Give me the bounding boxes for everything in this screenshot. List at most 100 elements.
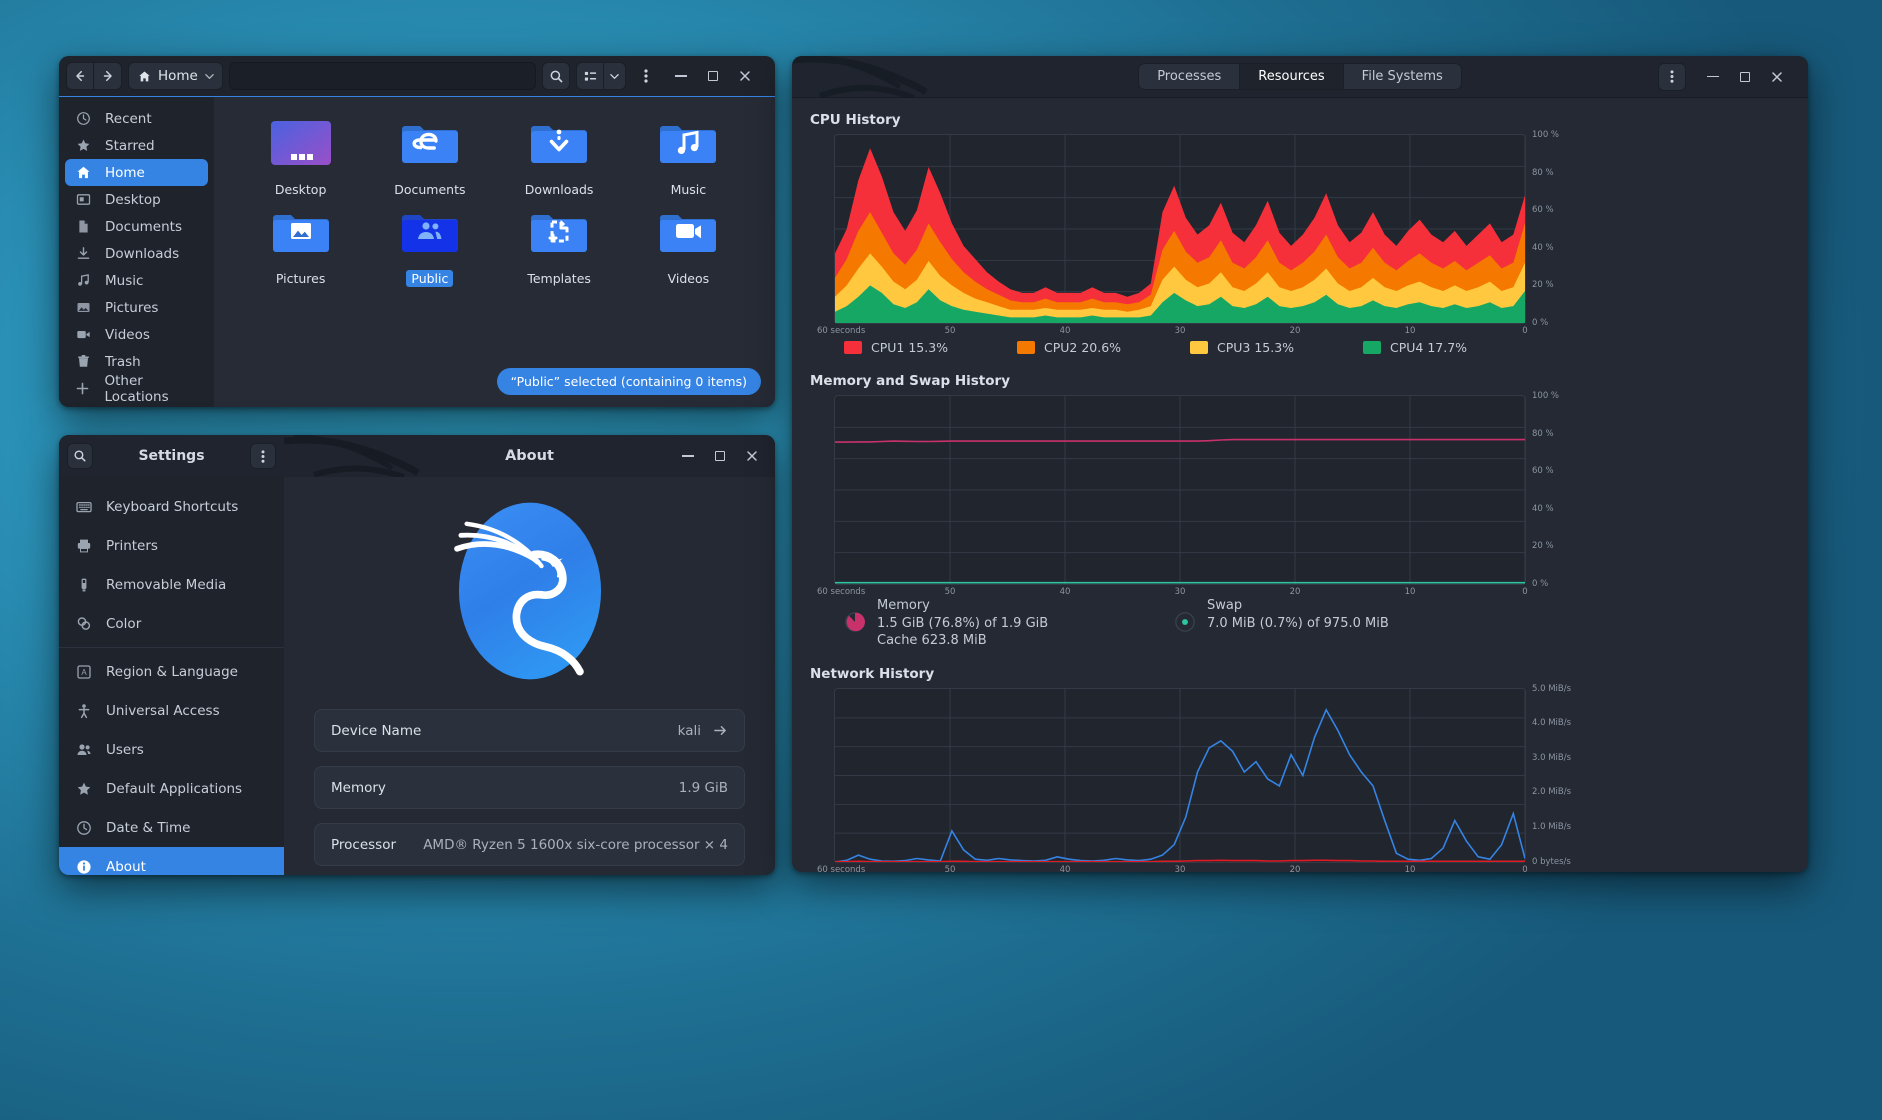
- sidebar-item-home[interactable]: Home: [65, 159, 208, 186]
- file-item[interactable]: Pictures: [236, 206, 365, 287]
- list-view-button[interactable]: [576, 62, 604, 90]
- y-axis-tick: 100 %: [1532, 391, 1560, 401]
- settings-item-keyboard-shortcuts[interactable]: Keyboard Shortcuts: [59, 487, 284, 526]
- file-item[interactable]: Public: [365, 206, 494, 287]
- downloads-folder-icon: [531, 126, 588, 163]
- templates-folder-icon: [531, 215, 588, 252]
- cpu-legend-item[interactable]: CPU1 15.3%: [844, 340, 1017, 355]
- swap-usage: 7.0 MiB (0.7%) of 975.0 MiB: [1207, 615, 1389, 631]
- cpu-legend-item[interactable]: CPU3 15.3%: [1190, 340, 1363, 355]
- file-item[interactable]: Videos: [624, 206, 753, 287]
- minimize-button[interactable]: [666, 62, 696, 90]
- about-row-label: Device Name: [331, 722, 422, 739]
- sidebar-item-other-locations[interactable]: Other Locations: [65, 373, 208, 405]
- sidebar-item-documents[interactable]: Documents: [65, 213, 208, 240]
- tab-resources[interactable]: Resources: [1240, 64, 1344, 89]
- close-button[interactable]: [730, 62, 760, 90]
- x-axis-tick: 20: [1289, 326, 1301, 336]
- maximize-button[interactable]: [705, 442, 735, 470]
- y-axis-tick: 60 %: [1532, 466, 1554, 477]
- file-item[interactable]: Downloads: [495, 117, 624, 198]
- sysmon-menu-button[interactable]: [1658, 62, 1686, 91]
- settings-item-label: Universal Access: [106, 702, 220, 719]
- settings-item-about[interactable]: About: [59, 847, 284, 875]
- printer-icon: [75, 538, 92, 554]
- search-button[interactable]: [542, 62, 570, 90]
- network-history-title: Network History: [810, 665, 935, 682]
- close-button[interactable]: [1762, 63, 1792, 91]
- settings-item-default-applications[interactable]: Default Applications: [59, 769, 284, 808]
- x-axis-tick: 50: [944, 326, 956, 336]
- color-icon: [77, 616, 90, 630]
- picture-icon: [77, 303, 89, 312]
- settings-item-region-language[interactable]: A Region & Language: [59, 652, 284, 691]
- settings-item-date-time[interactable]: Date & Time: [59, 808, 284, 847]
- settings-item-label: Printers: [106, 537, 158, 554]
- video-icon: [75, 327, 91, 342]
- view-dropdown-button[interactable]: [604, 62, 626, 90]
- main-menu-button[interactable]: [632, 62, 660, 90]
- about-row-value: kali: [677, 722, 701, 739]
- back-button[interactable]: [66, 62, 94, 90]
- y-axis-tick: 60 %: [1532, 205, 1554, 216]
- tab-processes[interactable]: Processes: [1139, 64, 1241, 89]
- sidebar-item-pictures[interactable]: Pictures: [65, 294, 208, 321]
- documents-folder-icon: [401, 126, 458, 163]
- file-item-label: Music: [670, 182, 707, 197]
- x-axis-tick: 40: [1059, 326, 1071, 336]
- file-item[interactable]: Documents: [365, 117, 494, 198]
- file-item[interactable]: Desktop: [236, 117, 365, 198]
- cpu-legend-swatch: [1363, 341, 1381, 354]
- accessibility-icon: [75, 703, 92, 719]
- sidebar-item-downloads[interactable]: Downloads: [65, 240, 208, 267]
- cpu-legend-item[interactable]: CPU2 20.6%: [1017, 340, 1190, 355]
- settings-item-universal-access[interactable]: Universal Access: [59, 691, 284, 730]
- location-entry[interactable]: [228, 62, 536, 90]
- file-item-label: Pictures: [275, 271, 326, 286]
- about-row[interactable]: Processor AMD® Ryzen 5 1600x six-core pro…: [314, 823, 745, 866]
- settings-item-printers[interactable]: Printers: [59, 526, 284, 565]
- clock-icon: [76, 820, 91, 835]
- sysmon-tabs: Processes Resources File Systems: [792, 63, 1808, 90]
- cpu-legend-item[interactable]: CPU4 17.7%: [1363, 340, 1536, 355]
- view-mode-group: [576, 62, 626, 90]
- x-axis-tick: 20: [1289, 587, 1301, 597]
- forward-button[interactable]: [94, 62, 122, 90]
- settings-item-users[interactable]: Users: [59, 730, 284, 769]
- y-axis-tick: 1.0 MiB/s: [1532, 822, 1572, 833]
- settings-menu-button[interactable]: [250, 443, 276, 469]
- sidebar-item-trash[interactable]: Trash: [65, 348, 208, 375]
- minimize-button[interactable]: [673, 442, 703, 470]
- sidebar-item-starred[interactable]: Starred: [65, 132, 208, 159]
- settings-item-label: Date & Time: [106, 819, 191, 836]
- about-row[interactable]: Device Name kali: [314, 709, 745, 752]
- sidebar-item-recent[interactable]: Recent: [65, 105, 208, 132]
- sidebar-item-music[interactable]: Music: [65, 267, 208, 294]
- minimize-button[interactable]: [1698, 63, 1728, 91]
- close-button[interactable]: [737, 442, 767, 470]
- files-content-area[interactable]: Desktop Documents Downloads Music Pictur…: [214, 97, 775, 407]
- arrow-right-icon[interactable]: [713, 724, 728, 737]
- x-axis-tick: 60 seconds: [817, 587, 866, 597]
- sidebar-item-desktop[interactable]: Desktop: [65, 186, 208, 213]
- file-item-label: Templates: [527, 271, 591, 286]
- x-axis-tick: 0: [1522, 326, 1528, 336]
- file-item[interactable]: Music: [624, 117, 753, 198]
- sidebar-item-label: Starred: [105, 137, 155, 154]
- about-row[interactable]: Memory 1.9 GiB: [314, 766, 745, 809]
- files-sidebar: Recent Starred Home Desktop Documents Downloa…: [59, 97, 214, 407]
- search-button[interactable]: [67, 443, 93, 469]
- memory-history-title: Memory and Swap History: [810, 373, 1010, 389]
- plus-icon: [76, 382, 89, 395]
- about-row-value-wrap: AMD® Ryzen 5 1600x six-core processor × …: [423, 837, 728, 853]
- clock-icon: [75, 111, 91, 126]
- file-item[interactable]: Templates: [495, 206, 624, 287]
- tab-file-systems[interactable]: File Systems: [1344, 64, 1461, 89]
- path-bar-home[interactable]: Home: [128, 62, 223, 90]
- settings-item-color[interactable]: Color: [59, 604, 284, 643]
- settings-item-removable-media[interactable]: Removable Media: [59, 565, 284, 604]
- maximize-button[interactable]: [698, 62, 728, 90]
- network-history-chart: 5.0 MiB/s 4.0 MiB/s 3.0 MiB/s 2.0 MiB/s 1.0 …: [817, 684, 1571, 872]
- sidebar-item-videos[interactable]: Videos: [65, 321, 208, 348]
- maximize-button[interactable]: [1730, 63, 1760, 91]
